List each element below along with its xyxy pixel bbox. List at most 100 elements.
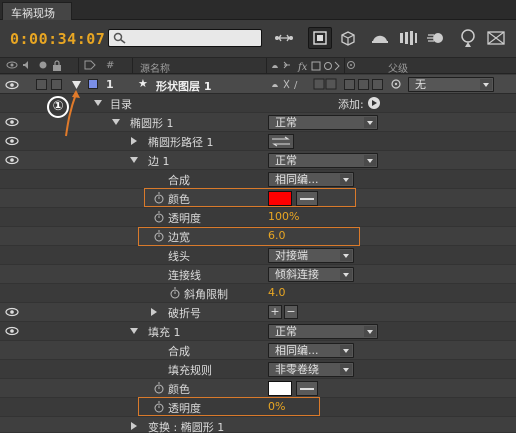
layer-switches[interactable]: / — [270, 77, 340, 94]
fill-composite-value: 相同编... — [275, 344, 319, 357]
twirl-right-icon[interactable] — [130, 137, 138, 145]
fill-color-label: 颜色 — [168, 383, 190, 396]
add-menu-button[interactable] — [368, 97, 380, 109]
miter-limit-row[interactable]: 斜角限制 4.0 — [0, 284, 516, 303]
visibility-eye-icon[interactable] — [5, 117, 19, 127]
svg-text:/: / — [294, 80, 298, 91]
dashes-label[interactable]: 破折号 — [168, 305, 201, 321]
eyedropper-button[interactable] — [296, 381, 318, 396]
fill-rule-dropdown[interactable]: 非零卷绕 — [268, 362, 354, 377]
current-time-display[interactable]: 0:00:34:07 — [10, 30, 105, 48]
stroke-opacity-label: 透明度 — [168, 212, 201, 225]
layer-label-color-swatch[interactable] — [88, 79, 98, 89]
blend-mode-value: 正常 — [275, 325, 297, 338]
stroke-opacity-row[interactable]: 透明度 100% — [0, 208, 516, 227]
3d-layer-toggle[interactable] — [372, 79, 383, 90]
stroke-opacity-value[interactable]: 100% — [268, 210, 299, 223]
add-dash-button[interactable]: + — [268, 305, 282, 319]
svg-text:fx: fx — [297, 62, 308, 72]
composite-label: 合成 — [168, 174, 190, 187]
visibility-eye-icon[interactable] — [5, 155, 19, 165]
chevron-down-icon — [480, 79, 492, 90]
fill-rule-label: 填充规则 — [168, 364, 212, 377]
line-cap-row[interactable]: 线头 对接端 — [0, 246, 516, 265]
twirl-down-icon[interactable] — [112, 118, 120, 126]
ellipse-group-label[interactable]: 椭圆形 1 — [130, 115, 174, 131]
fill-group-label[interactable]: 填充 1 — [148, 324, 181, 340]
fill-color-swatch[interactable] — [268, 381, 292, 396]
stroke-blend-mode-dropdown[interactable]: 正常 — [268, 153, 378, 168]
twirl-right-icon[interactable] — [150, 308, 158, 316]
fill-composite-label: 合成 — [168, 345, 190, 358]
miter-limit-value[interactable]: 4.0 — [268, 286, 286, 299]
chevron-down-icon — [340, 364, 352, 375]
composite-dropdown[interactable]: 相同编... — [268, 172, 354, 187]
layer-name[interactable]: 形状图层 1 — [156, 78, 211, 94]
visibility-eye-icon[interactable] — [5, 136, 19, 146]
step-marker-badge: ① — [47, 96, 69, 118]
graph-editor-icon[interactable] — [456, 27, 480, 49]
solo-toggle[interactable] — [36, 79, 47, 90]
brainstorm-icon[interactable] — [484, 27, 508, 49]
path-direction-button[interactable] — [268, 134, 294, 149]
stroke-group-row[interactable]: 边 1 正常 — [0, 151, 516, 170]
fill-composite-dropdown[interactable]: 相同编... — [268, 343, 354, 358]
add-label: 添加: — [338, 98, 364, 111]
stopwatch-icon[interactable] — [154, 382, 164, 394]
composition-flowchart-icon[interactable] — [272, 27, 296, 49]
visibility-eye-icon[interactable] — [5, 307, 19, 317]
layer-number: 1 — [106, 78, 114, 91]
stopwatch-icon[interactable] — [170, 287, 180, 299]
stroke-group-label[interactable]: 边 1 — [148, 153, 170, 169]
adjustment-toggle[interactable] — [358, 79, 369, 90]
transform-row[interactable]: 变换 : 椭圆形 1 — [0, 417, 516, 433]
audio-column-icon — [22, 60, 32, 73]
solo-column-icon — [38, 60, 48, 73]
chevron-down-icon — [364, 155, 376, 166]
parent-pickwhip-icon[interactable] — [390, 78, 402, 93]
shy-layers-icon[interactable] — [368, 27, 392, 49]
line-join-dropdown[interactable]: 倾斜连接 — [268, 267, 354, 282]
line-join-label: 连接线 — [168, 269, 201, 282]
twirl-right-icon[interactable] — [130, 422, 138, 430]
fill-color-row[interactable]: 颜色 — [0, 379, 516, 398]
comp-mini-flowchart-icon[interactable] — [308, 27, 332, 49]
shape-layer-star-icon: ★ — [138, 77, 148, 90]
blend-mode-dropdown[interactable]: 正常 — [268, 115, 378, 130]
twirl-down-icon[interactable] — [130, 156, 138, 164]
timeline-toolbar: 0:00:34:07 — [0, 20, 516, 58]
dashes-row[interactable]: 破折号 + − — [0, 303, 516, 322]
chevron-down-icon — [340, 269, 352, 280]
blend-mode-value: 正常 — [275, 116, 297, 129]
ellipse-path-label[interactable]: 椭圆形路径 1 — [148, 134, 214, 150]
search-icon — [113, 32, 126, 44]
composite-row[interactable]: 合成 相同编... — [0, 170, 516, 189]
visibility-eye-icon[interactable] — [5, 80, 19, 90]
layer-search-input[interactable] — [108, 29, 262, 47]
lock-column-icon — [52, 60, 62, 74]
twirl-down-icon[interactable] — [130, 327, 138, 335]
transform-label[interactable]: 变换 : 椭圆形 1 — [148, 419, 224, 433]
stopwatch-icon[interactable] — [154, 211, 164, 223]
twirl-down-icon[interactable] — [94, 99, 102, 107]
fill-composite-row[interactable]: 合成 相同编... — [0, 341, 516, 360]
frame-blending-icon[interactable] — [396, 27, 420, 49]
parent-column-label[interactable]: 父级 — [388, 60, 408, 75]
remove-dash-button[interactable]: − — [284, 305, 298, 319]
visibility-eye-icon[interactable] — [5, 326, 19, 336]
source-name-column-label[interactable]: 源名称 — [140, 60, 170, 75]
draft-3d-icon[interactable] — [336, 27, 360, 49]
composition-tab[interactable]: 车祸现场 — [2, 2, 72, 20]
fill-group-row[interactable]: 填充 1 正常 — [0, 322, 516, 341]
line-join-row[interactable]: 连接线 倾斜连接 — [0, 265, 516, 284]
fill-rule-row[interactable]: 填充规则 非零卷绕 — [0, 360, 516, 379]
number-column-label: # — [106, 60, 115, 71]
panel-tab-bar: 车祸现场 — [0, 0, 516, 20]
line-cap-dropdown[interactable]: 对接端 — [268, 248, 354, 263]
composite-value: 相同编... — [275, 173, 319, 186]
fill-blend-mode-dropdown[interactable]: 正常 — [268, 324, 378, 339]
parent-dropdown[interactable]: 无 — [408, 77, 494, 92]
motion-blur-icon[interactable] — [424, 27, 448, 49]
chevron-down-icon — [364, 117, 376, 128]
motion-blur-toggle[interactable] — [344, 79, 355, 90]
